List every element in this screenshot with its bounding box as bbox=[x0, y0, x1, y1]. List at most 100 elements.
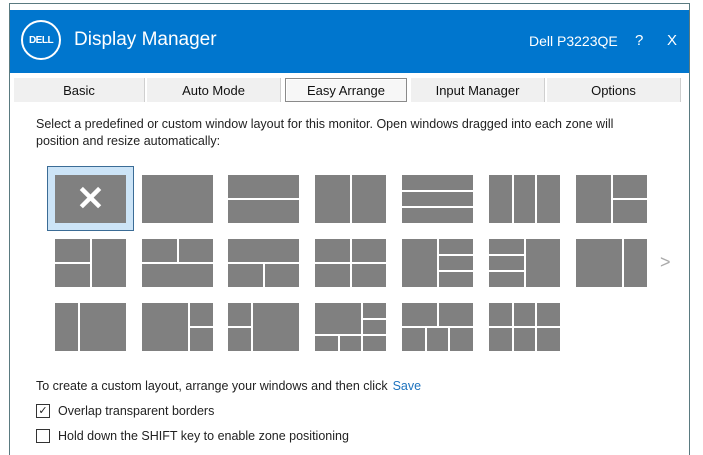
layout-zone bbox=[142, 175, 213, 223]
tab-input-manager[interactable]: Input Manager bbox=[411, 78, 545, 102]
layout-zone bbox=[513, 328, 536, 351]
checkbox-label: Overlap transparent borders bbox=[58, 404, 215, 418]
layout-zone bbox=[363, 320, 386, 334]
layout-zone bbox=[351, 239, 386, 262]
layout-zone bbox=[438, 272, 473, 287]
layout-option-18[interactable] bbox=[315, 303, 386, 351]
layout-zone bbox=[264, 264, 299, 287]
layout-zone bbox=[315, 336, 338, 351]
layout-zone bbox=[252, 303, 299, 351]
layout-option-11[interactable] bbox=[315, 239, 386, 287]
layout-zone bbox=[402, 239, 437, 287]
layout-zone bbox=[402, 303, 437, 326]
layout-option-2[interactable] bbox=[142, 175, 213, 223]
layout-zone bbox=[190, 328, 213, 351]
layout-option-3[interactable] bbox=[228, 175, 299, 223]
layout-zone bbox=[513, 303, 536, 326]
layout-option-12[interactable] bbox=[402, 239, 473, 287]
tab-easy-arrange[interactable]: Easy Arrange bbox=[285, 78, 407, 102]
checkbox-checked-icon: ✓ bbox=[36, 404, 50, 418]
tab-auto-mode[interactable]: Auto Mode bbox=[147, 78, 281, 102]
close-button[interactable]: X bbox=[667, 32, 677, 49]
layout-zone bbox=[525, 239, 560, 287]
layout-zone bbox=[624, 239, 647, 287]
layout-option-4[interactable] bbox=[315, 175, 386, 223]
layout-zone bbox=[576, 175, 611, 223]
layout-zone bbox=[489, 328, 512, 351]
layout-zone bbox=[142, 264, 213, 287]
tab-bar: Basic Auto Mode Easy Arrange Input Manag… bbox=[10, 76, 689, 102]
layout-zone bbox=[79, 303, 126, 351]
layout-option-20[interactable] bbox=[489, 303, 560, 351]
layout-option-16[interactable] bbox=[142, 303, 213, 351]
layout-zone bbox=[142, 303, 189, 351]
monitor-model: Dell P3223QE bbox=[529, 33, 618, 49]
dell-logo: DELL bbox=[21, 20, 61, 60]
layout-zone bbox=[315, 264, 350, 287]
layout-zone bbox=[438, 303, 473, 326]
layout-option-5[interactable] bbox=[402, 175, 473, 223]
layout-zone bbox=[315, 303, 362, 334]
layout-zone bbox=[612, 175, 647, 198]
layout-option-15[interactable] bbox=[55, 303, 126, 351]
layout-option-9[interactable] bbox=[142, 239, 213, 287]
save-link[interactable]: Save bbox=[393, 379, 422, 393]
layout-zone bbox=[228, 200, 299, 223]
layout-option-14[interactable] bbox=[576, 239, 647, 287]
layout-zone bbox=[537, 328, 560, 351]
layout-zone bbox=[142, 239, 177, 262]
layout-zone bbox=[489, 239, 524, 254]
layout-zone bbox=[190, 303, 213, 326]
layout-option-8[interactable] bbox=[55, 239, 126, 287]
layout-zone bbox=[363, 336, 386, 351]
layout-option-10[interactable] bbox=[228, 239, 299, 287]
layout-zone bbox=[339, 336, 362, 351]
layout-zone bbox=[402, 192, 473, 206]
next-page-icon[interactable]: > bbox=[660, 252, 671, 273]
layout-zone bbox=[489, 272, 524, 287]
checkbox-label: Hold down the SHIFT key to enable zone p… bbox=[58, 429, 349, 443]
layout-zone bbox=[228, 239, 299, 262]
description: Select a predefined or custom window lay… bbox=[36, 117, 614, 148]
layout-zone bbox=[315, 239, 350, 262]
overlap-borders-checkbox[interactable]: ✓ Overlap transparent borders bbox=[36, 404, 214, 418]
layout-zone bbox=[537, 175, 560, 223]
custom-layout-label: To create a custom layout, arrange your … bbox=[36, 379, 388, 393]
layout-zone: ✕ bbox=[55, 175, 126, 223]
no-layout-x-icon: ✕ bbox=[76, 180, 105, 218]
layout-option-17[interactable] bbox=[228, 303, 299, 351]
layout-option-19[interactable] bbox=[402, 303, 473, 351]
layout-zone bbox=[513, 175, 536, 223]
layout-zone bbox=[402, 328, 425, 351]
layout-zone bbox=[351, 175, 386, 223]
title-bar: DELL Display Manager Dell P3223QE ? X bbox=[10, 10, 689, 73]
layout-zone bbox=[438, 256, 473, 270]
layout-option-6[interactable] bbox=[489, 175, 560, 223]
layout-option-7[interactable] bbox=[576, 175, 647, 223]
layout-zone bbox=[438, 239, 473, 254]
layout-zone bbox=[489, 175, 512, 223]
tab-options[interactable]: Options bbox=[547, 78, 681, 102]
layout-option-13[interactable] bbox=[489, 239, 560, 287]
help-button[interactable]: ? bbox=[635, 32, 643, 49]
layout-zone bbox=[228, 328, 251, 351]
layout-zone bbox=[55, 303, 78, 351]
layout-zone bbox=[228, 175, 299, 198]
shift-key-checkbox[interactable]: Hold down the SHIFT key to enable zone p… bbox=[36, 429, 349, 443]
checkbox-unchecked-icon bbox=[36, 429, 50, 443]
layout-none-option[interactable]: ✕ bbox=[47, 166, 134, 231]
layout-zone bbox=[363, 303, 386, 318]
layout-zone bbox=[402, 208, 473, 223]
layout-zone bbox=[91, 239, 126, 287]
layout-zone bbox=[537, 303, 560, 326]
layout-zone bbox=[402, 175, 473, 190]
layout-zone bbox=[450, 328, 473, 351]
layout-zone bbox=[489, 303, 512, 326]
tab-basic[interactable]: Basic bbox=[14, 78, 145, 102]
layout-zone bbox=[315, 175, 350, 223]
layout-zone bbox=[576, 239, 623, 287]
layout-zone bbox=[178, 239, 213, 262]
layout-zone bbox=[228, 264, 263, 287]
layout-zone bbox=[228, 303, 251, 326]
custom-layout-text: To create a custom layout, arrange your … bbox=[36, 379, 421, 393]
